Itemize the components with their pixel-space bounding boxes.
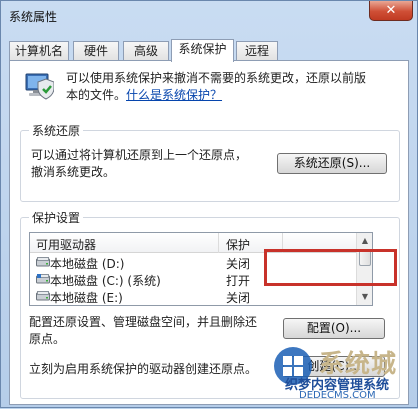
create-button[interactable]: 创建(C)... bbox=[283, 356, 385, 377]
protection-settings-group-label: 保护设置 bbox=[29, 209, 84, 226]
configure-highlight-box bbox=[264, 249, 397, 286]
system-restore-group-label: 系统还原 bbox=[29, 122, 84, 139]
what-is-system-protection-link[interactable]: 什么是系统保护？ bbox=[126, 88, 222, 102]
configure-desc-line-2: 原点。 bbox=[29, 332, 66, 346]
close-button[interactable]: ✕ bbox=[369, 1, 413, 21]
system-restore-button[interactable]: 系统还原(S)... bbox=[277, 153, 387, 174]
drive-name: 本地磁盘 (E:) bbox=[50, 291, 123, 305]
configure-button[interactable]: 配置(O)... bbox=[283, 318, 385, 339]
tab-strip: 计算机名 硬件 高级 系统保护 远程 bbox=[9, 39, 409, 62]
column-header-protection[interactable]: 保护 bbox=[226, 236, 250, 253]
tab-hardware[interactable]: 硬件 bbox=[73, 41, 119, 61]
system-properties-window: 系统属性 ✕ 计算机名 硬件 高级 系统保护 远程 可以使用系统保护来撤消不需要… bbox=[0, 0, 418, 408]
hard-drive-icon bbox=[36, 257, 50, 267]
tab-panel-system-protection: 可以使用系统保护来撤消不需要的系统更改，还原以前版 本的文件。什么是系统保护？ … bbox=[9, 60, 409, 405]
drive-row-e[interactable]: 本地磁盘 (E:) 关闭 bbox=[30, 288, 356, 305]
drive-name: 本地磁盘 (C:) (系统) bbox=[50, 274, 161, 288]
intro-line-2: 本的文件。 bbox=[66, 88, 127, 102]
tab-advanced[interactable]: 高级 bbox=[123, 41, 169, 61]
tab-system-protection[interactable]: 系统保护 bbox=[171, 39, 234, 62]
configure-description: 配置还原设置、管理磁盘空间，并且删除还 原点。 bbox=[29, 314, 257, 348]
drive-protection-status: 关闭 bbox=[226, 291, 251, 305]
window-title: 系统属性 bbox=[9, 10, 58, 24]
drive-protection-status: 打开 bbox=[226, 274, 251, 288]
close-icon: ✕ bbox=[385, 3, 397, 18]
column-header-drives[interactable]: 可用驱动器 bbox=[36, 236, 96, 253]
drive-name: 本地磁盘 (D:) bbox=[50, 257, 125, 271]
tab-remote[interactable]: 远程 bbox=[236, 41, 278, 61]
drive-protection-status: 关闭 bbox=[226, 257, 251, 271]
system-restore-desc-line-2: 撤消系统更改。 bbox=[31, 165, 116, 179]
scroll-up-icon[interactable]: ▲ bbox=[357, 233, 372, 249]
tab-computer-name[interactable]: 计算机名 bbox=[9, 41, 69, 61]
system-drive-icon bbox=[36, 274, 50, 284]
protection-settings-group: 保护设置 可用驱动器 保护 本地磁盘 (D:) 关闭 本地磁盘 (C:) (系统… bbox=[20, 209, 400, 399]
intro-line-1: 可以使用系统保护来撤消不需要的系统更改，还原以前版 bbox=[66, 71, 367, 85]
system-restore-desc-line-1: 可以通过将计算机还原到上一个还原点， bbox=[31, 148, 248, 162]
create-description: 立刻为启用系统保护的驱动器创建还原点。 bbox=[29, 362, 258, 376]
configure-desc-line-1: 配置还原设置、管理磁盘空间，并且删除还 bbox=[29, 315, 258, 329]
system-restore-group: 系统还原 可以通过将计算机还原到上一个还原点， 撤消系统更改。 系统还原(S).… bbox=[20, 122, 400, 202]
intro-text: 可以使用系统保护来撤消不需要的系统更改，还原以前版 本的文件。什么是系统保护？ bbox=[66, 70, 401, 104]
scroll-down-icon[interactable]: ▼ bbox=[357, 289, 372, 305]
hard-drive-icon bbox=[36, 291, 50, 301]
title-bar[interactable]: 系统属性 ✕ bbox=[1, 1, 417, 31]
system-restore-description: 可以通过将计算机还原到上一个还原点， 撤消系统更改。 bbox=[31, 147, 247, 181]
computer-shield-icon bbox=[25, 73, 54, 100]
